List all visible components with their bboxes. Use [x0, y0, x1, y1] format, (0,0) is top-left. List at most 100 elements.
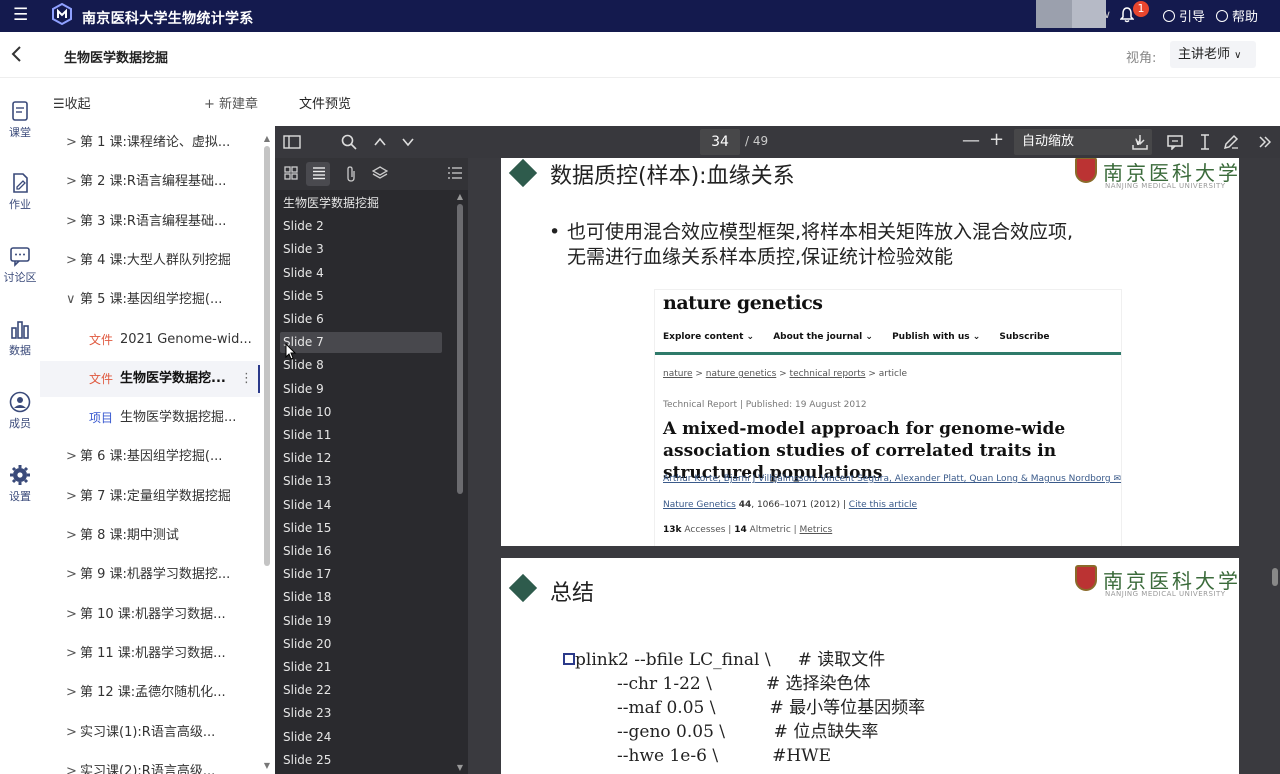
sidebar-scrollbar[interactable]: ▲ ▼ [263, 134, 271, 770]
outline-item[interactable]: 生物医学数据挖掘 [283, 193, 445, 214]
sidebar-file-item[interactable]: 文件 2021 Genome-wid... [40, 322, 260, 358]
help-link[interactable]: 帮助 [1216, 6, 1258, 25]
outline-item[interactable]: Slide 3 [283, 239, 445, 260]
outline-item[interactable]: Slide 16 [283, 541, 445, 562]
comment-icon[interactable] [1167, 134, 1183, 154]
outline-item[interactable]: Slide 15 [283, 518, 445, 539]
sidebar-chapter-item[interactable]: > 第 2 课:R语言编程基础... [40, 164, 260, 200]
rail-item-classroom[interactable]: 课堂 [0, 100, 40, 140]
outline-scroll-thumb[interactable] [457, 204, 463, 494]
outline-item[interactable]: Slide 24 [283, 727, 445, 748]
outline-item[interactable]: Slide 19 [283, 611, 445, 632]
outline-options-icon[interactable] [447, 166, 463, 184]
zoom-in-button[interactable]: + [989, 129, 1004, 150]
chevron-right-icon[interactable]: > [66, 125, 77, 161]
outline-list-icon[interactable] [312, 166, 326, 184]
chevron-right-icon[interactable]: > [66, 715, 77, 751]
sidebar-chapter-item[interactable]: ∨ 第 5 课:基因组学挖掘(... [40, 282, 260, 318]
sidebar-chapter-item[interactable]: > 第 11 课:机器学习数据... [40, 636, 260, 672]
outline-item[interactable]: Slide 25 [283, 750, 445, 771]
sidebar-chapter-item[interactable]: > 实习课(1):R语言高级... [40, 715, 260, 751]
hamburger-menu-icon[interactable]: ☰ [13, 7, 28, 24]
scroll-down-icon[interactable]: ▼ [455, 763, 465, 772]
chevron-right-icon[interactable]: > [66, 204, 77, 240]
outline-item[interactable]: Slide 2 [283, 216, 445, 237]
rail-item-discussion[interactable]: 讨论区 [0, 245, 40, 285]
zoom-out-button[interactable]: — [962, 130, 980, 151]
sidebar-chapter-item[interactable]: > 第 7 课:定量组学数据挖掘 [40, 479, 260, 515]
outline-item[interactable]: Slide 5 [283, 286, 445, 307]
viewer-scroll-thumb[interactable] [1272, 568, 1278, 586]
rail-item-members[interactable]: 成员 [0, 391, 40, 431]
scroll-up-icon[interactable]: ▲ [455, 192, 465, 201]
rail-item-settings[interactable]: 设置 [0, 464, 40, 504]
chevron-right-icon[interactable]: > [66, 636, 77, 672]
user-name-blurred[interactable] [1072, 0, 1106, 28]
guide-link[interactable]: 引导 [1163, 6, 1205, 25]
sidebar-chapter-item[interactable]: > 第 6 课:基因组学挖掘(... [40, 439, 260, 475]
chevron-right-icon[interactable]: > [66, 164, 77, 200]
more-options-icon[interactable]: ⋮ [240, 361, 253, 397]
chevron-right-icon[interactable]: > [66, 557, 77, 593]
attachments-paperclip-icon[interactable] [345, 166, 357, 186]
back-arrow-icon[interactable] [10, 45, 22, 67]
tab-file-preview[interactable]: 文件预览 [299, 93, 351, 112]
chevron-down-icon[interactable]: ∨ [66, 282, 76, 318]
sidebar-chapter-item[interactable]: > 第 9 课:机器学习数据挖... [40, 557, 260, 593]
outline-item[interactable]: Slide 18 [283, 587, 445, 608]
new-chapter-button[interactable]: + 新建章 [204, 93, 258, 112]
sidebar-chapter-item[interactable]: > 第 3 课:R语言编程基础... [40, 204, 260, 240]
scroll-down-icon[interactable]: ▼ [263, 761, 271, 770]
outline-item[interactable]: Slide 6 [283, 309, 445, 330]
brand-name[interactable]: 南京医科大学生物统计学系 [82, 8, 254, 28]
sidebar-file-item[interactable]: 文件 生物医学数据挖... ⋮ [40, 361, 260, 397]
layers-icon[interactable] [371, 166, 389, 184]
sidebar-chapter-item[interactable]: > 第 1 课:课程绪论、虚拟... [40, 125, 260, 161]
outline-item[interactable]: Slide 23 [283, 703, 445, 724]
outline-item[interactable]: Slide 17 [283, 564, 445, 585]
outline-item[interactable]: Slide 8 [283, 355, 445, 376]
sidebar-file-item[interactable]: 项目 生物医学数据挖掘... [40, 400, 260, 436]
scroll-up-icon[interactable]: ▲ [263, 134, 271, 143]
rail-item-homework[interactable]: 作业 [0, 172, 40, 212]
sidebar-chapter-item[interactable]: > 实习课(2):R语言高级... [40, 754, 260, 774]
outline-item[interactable]: Slide 10 [283, 402, 445, 423]
chevron-right-icon[interactable]: > [66, 479, 77, 515]
chevron-right-icon[interactable]: > [66, 597, 77, 633]
chevron-right-icon[interactable]: > [66, 439, 77, 475]
text-cursor-icon[interactable] [1199, 134, 1211, 154]
outline-item[interactable]: Slide 11 [283, 425, 445, 446]
outline-item[interactable]: Slide 4 [283, 263, 445, 284]
outline-item[interactable]: Slide 22 [283, 680, 445, 701]
user-menu-caret-icon[interactable]: ∨ [1103, 8, 1111, 21]
role-select[interactable]: 主讲老师 ∨ [1170, 41, 1256, 68]
sidebar-chapter-item[interactable]: > 第 12 课:孟德尔随机化... [40, 675, 260, 711]
pen-draw-icon[interactable] [1223, 134, 1239, 154]
previous-page-icon[interactable] [373, 134, 387, 154]
sidebar-chapter-item[interactable]: > 第 4 课:大型人群队列挖掘 [40, 243, 260, 279]
search-icon[interactable] [341, 134, 357, 154]
thumbnails-grid-icon[interactable] [284, 166, 298, 184]
rail-item-data[interactable]: 数据 [0, 318, 40, 358]
chevron-right-icon[interactable]: > [66, 754, 77, 774]
notification-bell-icon[interactable] [1119, 7, 1135, 27]
outline-item[interactable]: Slide 7 [280, 332, 442, 353]
chevron-right-icon[interactable]: > [66, 675, 77, 711]
outline-scrollbar[interactable]: ▲ ▼ [455, 192, 465, 772]
outline-item[interactable]: Slide 9 [283, 379, 445, 400]
viewer-scrollbar[interactable] [1270, 158, 1280, 774]
download-icon[interactable] [1132, 134, 1148, 154]
sidebar-chapter-item[interactable]: > 第 8 课:期中测试 [40, 518, 260, 554]
chevron-right-icon[interactable]: > [66, 243, 77, 279]
sidebar-scroll-thumb[interactable] [264, 146, 270, 566]
sidebar-toggle-icon[interactable] [283, 134, 301, 154]
chevron-right-icon[interactable]: > [66, 518, 77, 554]
outline-item[interactable]: Slide 21 [283, 657, 445, 678]
user-avatar[interactable] [1036, 0, 1072, 28]
outline-item[interactable]: Slide 12 [283, 448, 445, 469]
collapse-button[interactable]: ☰收起 [53, 93, 91, 112]
more-tools-icon[interactable] [1257, 134, 1273, 154]
next-page-icon[interactable] [401, 134, 415, 154]
outline-item[interactable]: Slide 20 [283, 634, 445, 655]
sidebar-chapter-item[interactable]: > 第 10 课:机器学习数据... [40, 597, 260, 633]
